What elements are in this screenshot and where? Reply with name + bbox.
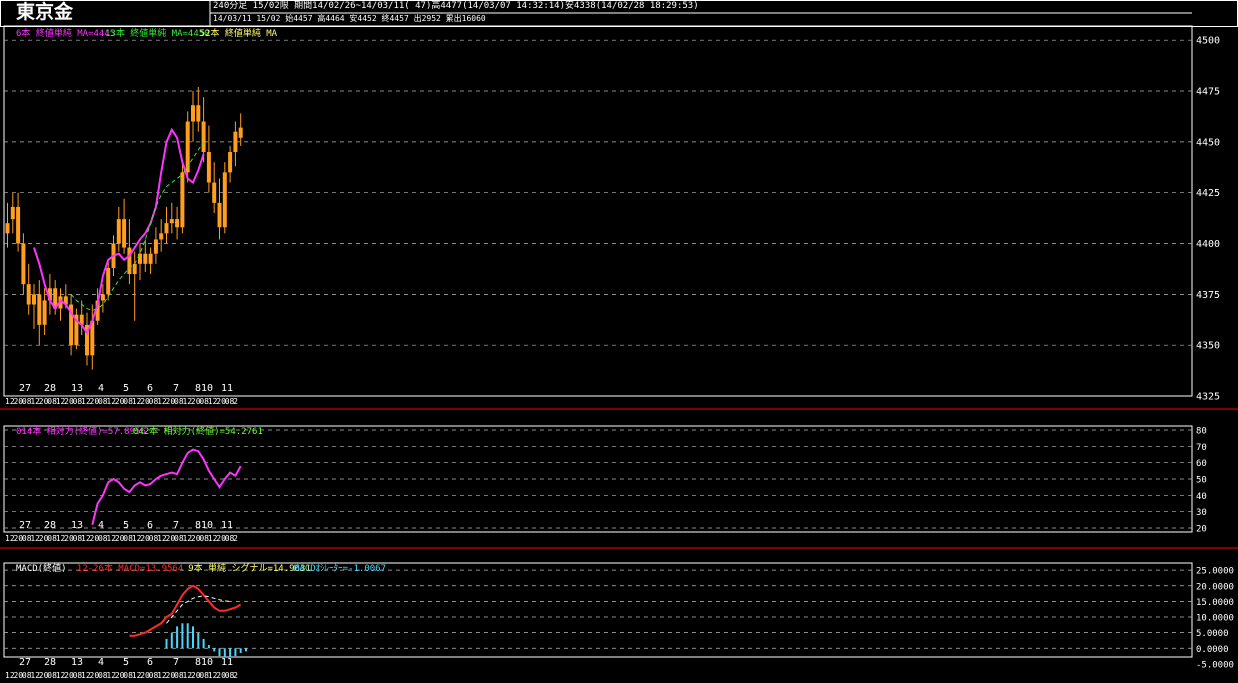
rsi-day-label: 4 — [98, 520, 104, 531]
macd-day-label: 27 — [19, 657, 31, 668]
macd-ytick-label: 0.0000 — [1196, 645, 1229, 655]
macd-day-label: 4 — [98, 657, 104, 668]
rsi-ytick-label: 50 — [1196, 476, 1207, 486]
candle-body — [16, 206, 21, 244]
macd-ytick-label: 5.0000 — [1196, 629, 1229, 639]
chart-canvas: 432543504375440044254450447545006本 終値単純 … — [0, 0, 1238, 680]
rsi-day-label: 11 — [221, 520, 233, 531]
candle-body — [206, 152, 211, 183]
price-ytick-label: 4450 — [1196, 137, 1220, 148]
rsi-ytick-label: 60 — [1196, 459, 1207, 469]
candle-body — [122, 219, 127, 248]
candle-body — [37, 294, 42, 325]
macd-day-label: 5 — [123, 657, 129, 668]
price-ytick-label: 4325 — [1196, 392, 1220, 403]
candle-body — [26, 284, 31, 305]
price-day-label: 28 — [44, 383, 56, 394]
candle-body — [175, 219, 180, 228]
macd-time-label: 2 — [233, 671, 238, 680]
macd-day-label: 13 — [71, 657, 83, 668]
candle-body — [106, 267, 111, 295]
macd-legend-entry: MACDｵｼﾚｰﾀｰ=-1.0067 — [294, 563, 386, 574]
price-day-label: 7 — [173, 383, 179, 394]
candle-body — [201, 121, 206, 153]
candle-body — [132, 263, 137, 275]
price-ytick-label: 4475 — [1196, 87, 1220, 98]
price-ytick-label: 4500 — [1196, 36, 1220, 47]
candle-body — [42, 300, 47, 325]
candle-body — [238, 127, 243, 138]
price-day-label: 4 — [98, 383, 104, 394]
candle-body — [159, 233, 164, 240]
rsi-day-label: 28 — [44, 520, 56, 531]
macd-series-line — [166, 595, 231, 624]
price-ytick-label: 4425 — [1196, 188, 1220, 199]
candle-body — [164, 223, 169, 234]
price-day-label: 27 — [19, 383, 31, 394]
candle-body — [143, 253, 148, 264]
rsi-legend-entry: 042本 相対力(終値)=54.2761 — [133, 425, 263, 437]
macd-ytick-label: 20.0000 — [1196, 582, 1234, 592]
rsi-ytick-label: 80 — [1196, 427, 1207, 437]
candle-body — [10, 206, 15, 220]
price-legend-entry: 52本 終値単純 MA — [200, 27, 278, 39]
candle-body — [180, 172, 185, 228]
candle-body — [185, 121, 190, 173]
macd-day-label: 6 — [147, 657, 153, 668]
rsi-day-label: 7 — [173, 520, 179, 531]
price-day-label: 6 — [147, 383, 153, 394]
candle-body — [127, 247, 132, 275]
candle-body — [5, 223, 10, 234]
macd-day-label: 28 — [44, 657, 56, 668]
macd-legend-entry: 9本 単純 シグナル=14.9631 — [188, 562, 311, 574]
macd-legend-entry: MACD(終値) — [16, 562, 67, 574]
macd-ytick-label: 10.0000 — [1196, 614, 1234, 624]
macd-series-line — [129, 584, 242, 637]
price-day-label: 810 — [195, 383, 213, 394]
rsi-legend-entry: 014本 相対力(終値)=57.8956 — [16, 425, 146, 437]
price-day-label: 13 — [71, 383, 83, 394]
price-ytick-label: 4400 — [1196, 239, 1220, 250]
price-ytick-label: 4350 — [1196, 341, 1220, 352]
rsi-ytick-label: 30 — [1196, 508, 1207, 518]
rsi-day-label: 5 — [123, 520, 129, 531]
rsi-time-label: 2 — [233, 534, 238, 543]
price-day-label: 5 — [123, 383, 129, 394]
price-ytick-label: 4375 — [1196, 290, 1220, 301]
rsi-ytick-label: 40 — [1196, 492, 1207, 502]
price-day-label: 11 — [221, 383, 233, 394]
candle-body — [148, 253, 153, 264]
candle-body — [233, 131, 238, 153]
price-legend-entry: 6本 終値単純 MA=4445 — [16, 27, 115, 39]
price-legend-entry: 13本 終値単純 MA=4450 — [105, 27, 210, 39]
candle-body — [191, 105, 195, 122]
candle-body — [169, 219, 174, 224]
candle-body — [217, 202, 222, 228]
candle-body — [196, 105, 201, 122]
macd-ytick-label: 25.0000 — [1196, 567, 1234, 577]
macd-ytick-label: -5.0000 — [1196, 660, 1234, 670]
candle-body — [222, 172, 227, 228]
candle-body — [153, 239, 158, 254]
candle-body — [116, 219, 121, 244]
macd-day-label: 810 — [195, 657, 213, 668]
candle-body — [32, 294, 36, 305]
rsi-series-line — [91, 448, 242, 525]
candle-body — [138, 253, 142, 264]
rsi-day-label: 13 — [71, 520, 83, 531]
candle-body — [228, 152, 233, 173]
rsi-day-label: 810 — [195, 520, 213, 531]
rsi-day-label: 27 — [19, 520, 31, 531]
macd-day-label: 11 — [221, 657, 233, 668]
rsi-ytick-label: 70 — [1196, 443, 1207, 453]
candle-body — [21, 243, 26, 285]
candle-body — [100, 294, 105, 301]
rsi-ytick-label: 20 — [1196, 525, 1207, 535]
macd-legend-entry: 12-26本 MACD=13.9564 — [77, 562, 184, 574]
macd-day-label: 7 — [173, 657, 179, 668]
candle-body — [212, 182, 217, 203]
price-time-label: 2 — [233, 397, 238, 406]
macd-ytick-label: 15.0000 — [1196, 598, 1234, 608]
rsi-day-label: 6 — [147, 520, 153, 531]
